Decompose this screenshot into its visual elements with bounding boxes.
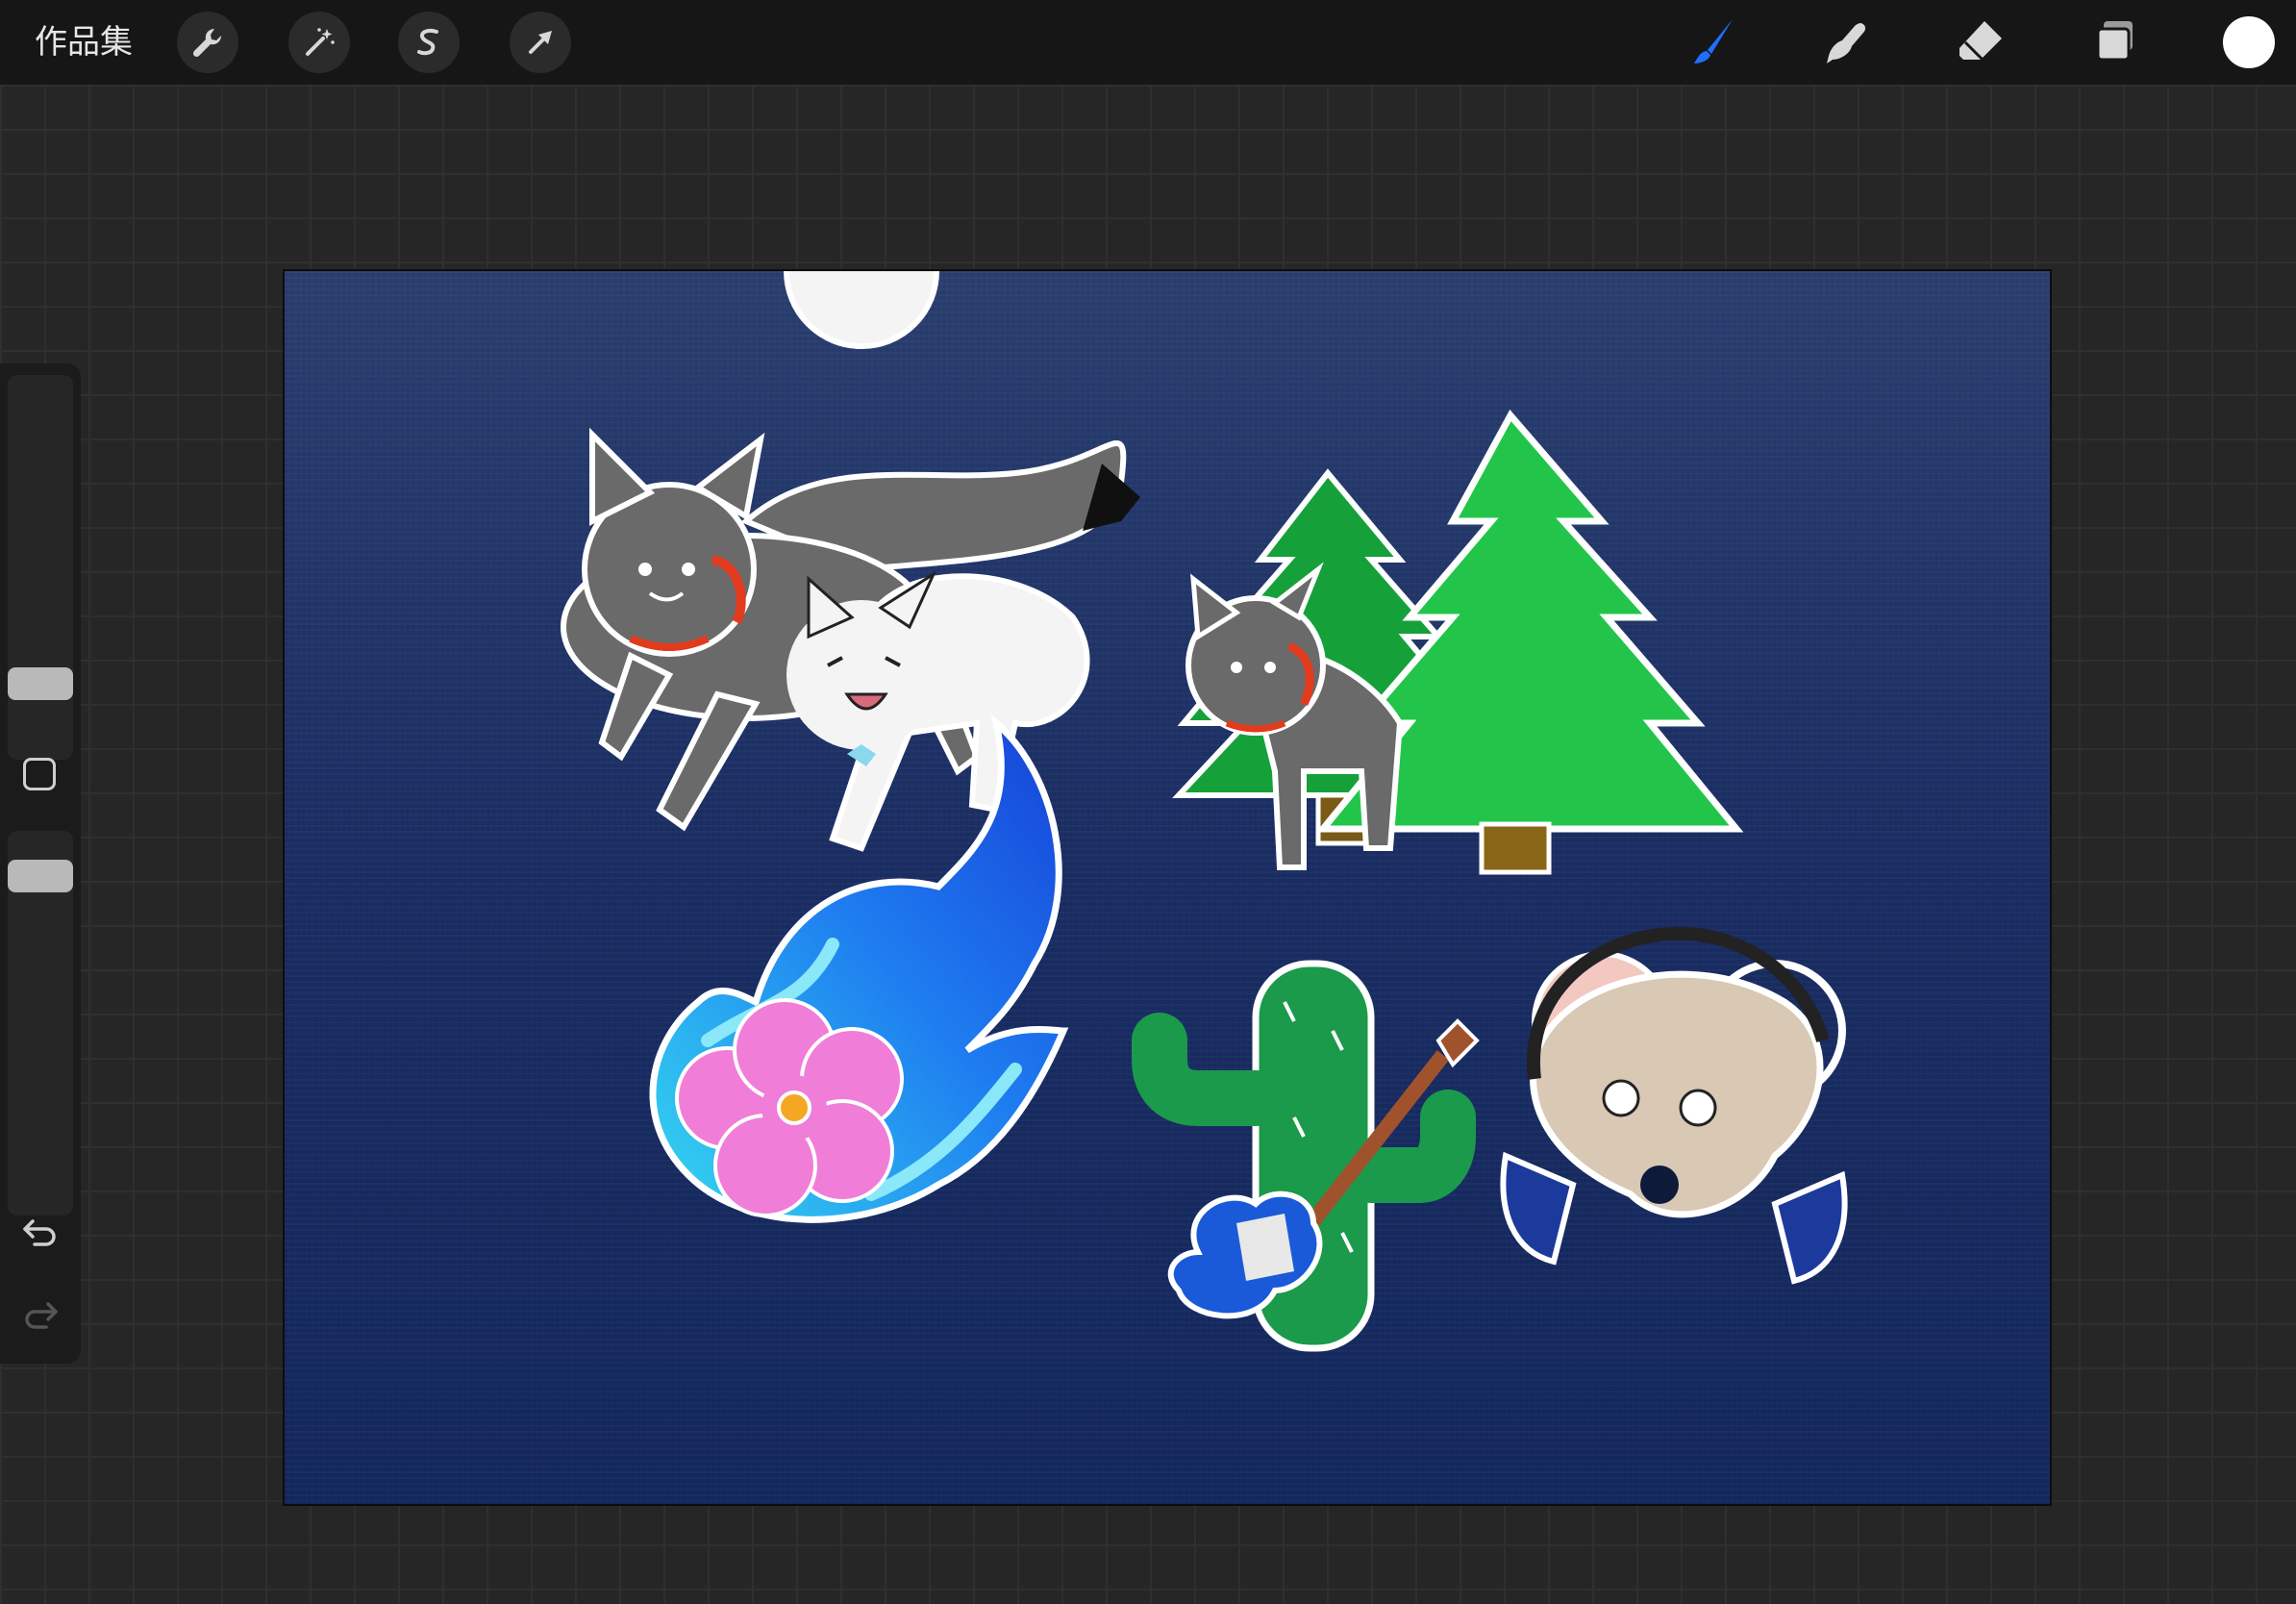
adjustments-button[interactable] [288, 12, 350, 73]
smudge-tool-button[interactable] [1815, 12, 1877, 73]
brush-icon [1694, 19, 1733, 63]
gallery-button[interactable]: 作品集 [35, 19, 133, 65]
arrow-cursor-icon [529, 31, 552, 54]
canvas-artwork [285, 271, 2050, 1504]
brush-size-slider-thumb[interactable] [8, 667, 73, 700]
transform-button[interactable] [510, 12, 571, 73]
eraser-icon [1959, 21, 2002, 62]
color-picker-button[interactable] [2223, 16, 2275, 68]
modify-button[interactable] [23, 758, 56, 790]
wrench-icon [192, 28, 222, 58]
magic-wand-icon [306, 28, 335, 56]
undo-icon[interactable] [19, 1212, 62, 1254]
layers-icon [2096, 21, 2133, 62]
selection-s-icon [417, 28, 438, 56]
brush-tool-button[interactable] [1681, 12, 1742, 73]
actions-button[interactable] [177, 12, 238, 73]
left-sidebar [0, 363, 81, 1364]
brush-size-slider[interactable] [8, 375, 73, 760]
opacity-slider-thumb[interactable] [8, 860, 73, 892]
selection-button[interactable] [398, 12, 460, 73]
drawing-canvas[interactable] [285, 271, 2050, 1504]
redo-icon[interactable] [19, 1294, 62, 1337]
smudge-finger-icon [1827, 23, 1866, 63]
eraser-tool-button[interactable] [1950, 12, 2011, 73]
top-toolbar: 作品集 [0, 0, 2296, 85]
layers-tool-button[interactable] [2084, 12, 2146, 73]
